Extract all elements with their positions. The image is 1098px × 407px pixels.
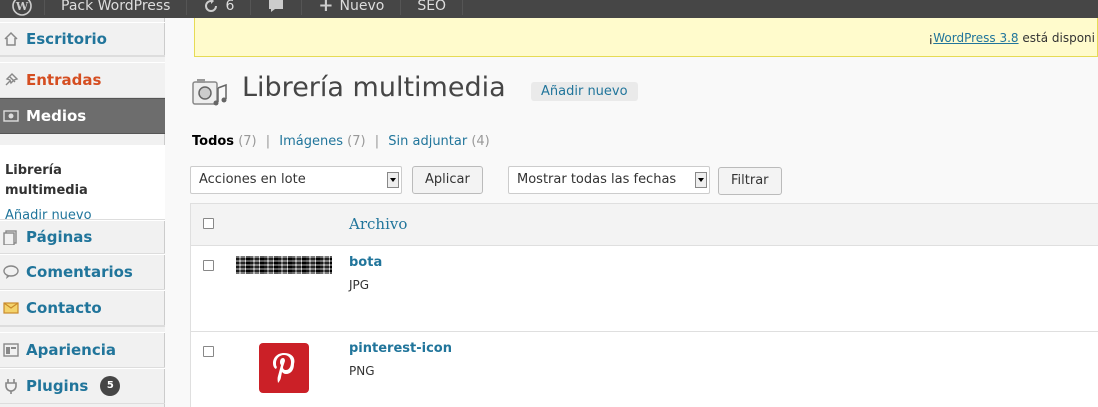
media-thumbnail[interactable] (259, 343, 309, 393)
sidebar-item-plugins[interactable]: Plugins 5 (0, 368, 165, 404)
sidebar-item-label: Entradas (26, 71, 102, 89)
admin-bar: W Pack WordPress 6 + Nuevo SEO (0, 0, 1098, 18)
new-label: Nuevo (339, 0, 385, 14)
appearance-icon (2, 341, 20, 359)
update-notice: ¡WordPress 3.8 está disponi (194, 18, 1098, 57)
page-title: Librería multimedia (242, 72, 506, 103)
sidebar-item-label: Contacto (26, 299, 102, 317)
filter-all-count: (7) (238, 134, 257, 149)
chevron-down-icon (695, 172, 707, 188)
filter-separator: | (265, 134, 271, 149)
media-library-icon (190, 74, 230, 114)
updates-count: 6 (225, 0, 235, 14)
filter-unattached[interactable]: Sin adjuntar (388, 134, 467, 149)
sidebar-item-label: Medios (26, 107, 87, 125)
refresh-icon (205, 0, 218, 12)
svg-text:W: W (15, 0, 29, 13)
site-name-link[interactable]: Pack WordPress (45, 0, 188, 15)
sidebar-item-escritorio[interactable]: Escritorio (0, 22, 165, 56)
bulk-actions-value: Acciones en lote (199, 172, 306, 187)
pin-icon (2, 71, 20, 89)
media-title-link[interactable]: bota (349, 255, 382, 270)
media-table: Archivo bota JPG pinterest-icon PNG (190, 203, 1098, 407)
table-row: bota JPG (191, 246, 1098, 332)
bulk-actions-select[interactable]: Acciones en lote (190, 166, 402, 194)
dates-value: Mostrar todas las fechas (517, 172, 677, 187)
filter-button[interactable]: Filtrar (718, 167, 782, 195)
plugin-icon (2, 377, 20, 395)
sidebar-item-medios[interactable]: Medios (0, 98, 165, 134)
pages-icon (2, 228, 20, 246)
home-icon (2, 30, 20, 48)
submenu-item-libreria[interactable]: Librería multimedia (5, 161, 95, 201)
sidebar-item-label: Plugins (26, 377, 89, 395)
notice-suffix: está disponi (1018, 31, 1095, 45)
media-icon (2, 107, 20, 125)
sidebar-item-entradas[interactable]: Entradas (0, 62, 165, 98)
filter-separator: | (374, 134, 380, 149)
select-all-checkbox[interactable] (203, 218, 214, 229)
filter-images[interactable]: Imágenes (279, 134, 343, 149)
sidebar-item-label: Comentarios (26, 263, 133, 281)
wordpress-icon: W (12, 0, 32, 16)
filter-all[interactable]: Todos (192, 134, 234, 149)
sidebar-item-label: Apariencia (26, 341, 117, 359)
column-header-file[interactable]: Archivo (349, 215, 407, 233)
pinterest-icon (273, 353, 295, 383)
updates-button[interactable]: 6 (187, 0, 252, 15)
wordpress-update-link[interactable]: WordPress 3.8 (933, 31, 1018, 45)
row-checkbox[interactable] (203, 346, 214, 357)
sidebar-item-label: Páginas (26, 228, 93, 246)
media-file-type: PNG (349, 364, 375, 378)
table-row: pinterest-icon PNG (191, 332, 1098, 407)
comment-icon (2, 263, 20, 281)
media-title-link[interactable]: pinterest-icon (349, 341, 452, 356)
media-file-type: JPG (349, 278, 370, 292)
add-new-media-button[interactable]: Añadir nuevo (531, 82, 638, 101)
comments-button[interactable] (251, 0, 303, 15)
sidebar-item-comentarios[interactable]: Comentarios (0, 254, 165, 290)
apply-button[interactable]: Aplicar (412, 166, 483, 194)
row-checkbox[interactable] (203, 260, 214, 271)
sidebar-item-apariencia[interactable]: Apariencia (0, 332, 165, 368)
sidebar-item-label: Escritorio (26, 30, 107, 48)
contact-icon (2, 299, 20, 317)
table-header: Archivo (191, 204, 1098, 246)
filter-unattached-count: (4) (471, 134, 490, 149)
medios-submenu: Librería multimedia Añadir nuevo (0, 145, 165, 223)
sidebar-item-contacto[interactable]: Contacto (0, 290, 165, 326)
chevron-down-icon (387, 172, 399, 188)
media-filter-links: Todos (7) | Imágenes (7) | Sin adjuntar … (192, 134, 490, 149)
media-thumbnail[interactable] (236, 256, 332, 274)
plus-icon: + (318, 0, 334, 16)
dates-select[interactable]: Mostrar todas las fechas (508, 166, 710, 194)
sidebar-item-paginas[interactable]: Páginas (0, 220, 165, 254)
comment-bubble-icon (269, 0, 284, 12)
seo-menu-button[interactable]: SEO (401, 0, 464, 15)
main-content: ¡WordPress 3.8 está disponi Librería mul… (166, 18, 1098, 407)
filter-images-count: (7) (347, 134, 366, 149)
plugins-update-badge: 5 (100, 376, 121, 396)
wordpress-logo-button[interactable]: W (0, 0, 45, 16)
new-content-button[interactable]: + Nuevo (302, 0, 402, 16)
admin-sidebar: Escritorio Entradas Medios Librería mult… (0, 18, 165, 407)
